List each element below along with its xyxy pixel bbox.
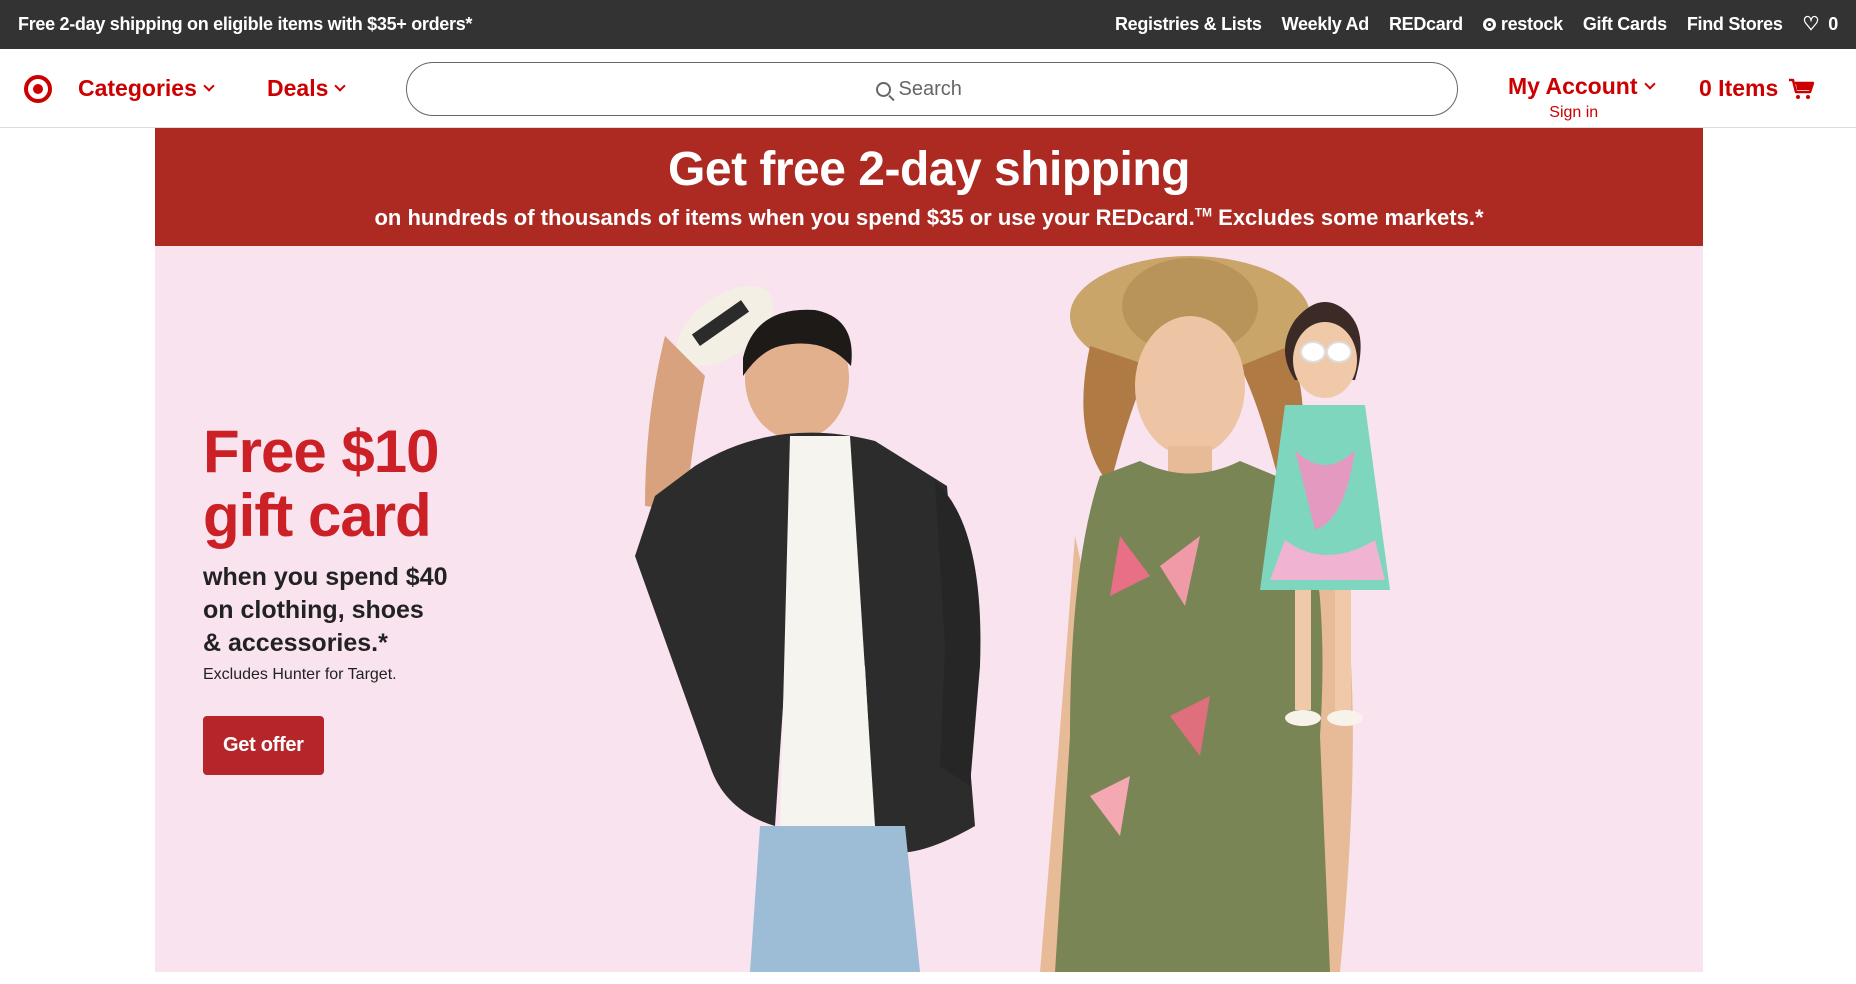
chevron-down-icon	[203, 80, 215, 92]
account-label: My Account	[1508, 73, 1638, 99]
find-stores-link[interactable]: Find Stores	[1687, 14, 1783, 35]
shipping-promo-text: Free 2-day shipping on eligible items wi…	[18, 14, 473, 34]
sign-in-link[interactable]: Sign in	[1508, 104, 1640, 122]
hero-fine-print: Excludes Hunter for Target.	[203, 666, 397, 684]
cart-button[interactable]: 0 Items	[1699, 75, 1815, 102]
registries-link[interactable]: Registries & Lists	[1115, 14, 1262, 35]
main-header: Categories Deals My Account Sign in 0 It…	[0, 49, 1856, 128]
utility-links: Registries & Lists Weekly Ad REDcard res…	[1115, 13, 1838, 36]
weekly-ad-link[interactable]: Weekly Ad	[1282, 14, 1370, 35]
redcard-link[interactable]: REDcard	[1389, 14, 1463, 35]
shipping-banner[interactable]: Get free 2-day shipping on hundreds of t…	[155, 128, 1703, 246]
man-model-image	[635, 286, 981, 972]
search-input[interactable]	[898, 77, 989, 101]
deals-menu[interactable]: Deals	[267, 75, 347, 102]
restock-label: restock	[1500, 14, 1563, 34]
restock-link[interactable]: restock	[1482, 14, 1563, 35]
chevron-down-icon	[1643, 78, 1656, 90]
shipping-banner-title: Get free 2-day shipping	[668, 143, 1190, 196]
restock-icon	[1482, 18, 1496, 31]
target-logo-icon[interactable]	[24, 75, 52, 103]
favorites-link[interactable]: ♡ 0	[1802, 13, 1839, 36]
get-offer-button[interactable]: Get offer	[203, 716, 324, 776]
deals-label: Deals	[267, 75, 329, 101]
hero-subtitle: when you spend $40 on clothing, shoes & …	[203, 563, 448, 658]
chevron-down-icon	[334, 80, 347, 92]
categories-menu[interactable]: Categories	[78, 75, 215, 102]
shipping-banner-subtitle: on hundreds of thousands of items when y…	[155, 205, 1703, 231]
shipping-subtitle-tail: Excludes some markets.*	[1212, 205, 1484, 230]
cart-label: 0 Items	[1699, 75, 1779, 101]
heart-icon: ♡	[1802, 14, 1820, 35]
shipping-subtitle-main: on hundreds of thousands of items when y…	[374, 205, 1195, 230]
search-bar[interactable]	[406, 62, 1458, 116]
categories-label: Categories	[78, 75, 197, 101]
hero-title: Free $10 gift card	[203, 418, 440, 549]
hero-text-block: Free $10 gift card when you spend $40 on…	[203, 418, 523, 776]
gift-cards-link[interactable]: Gift Cards	[1583, 14, 1667, 35]
girl-model-image	[1260, 302, 1390, 726]
hero-promo: Free $10 gift card when you spend $40 on…	[155, 246, 1703, 972]
utility-bar: Free 2-day shipping on eligible items wi…	[0, 0, 1856, 49]
cart-icon	[1789, 78, 1815, 99]
search-icon	[875, 81, 891, 97]
trademark-mark: TM	[1194, 205, 1213, 220]
account-menu[interactable]: My Account Sign in	[1508, 73, 1656, 122]
favorites-count: 0	[1828, 14, 1838, 34]
